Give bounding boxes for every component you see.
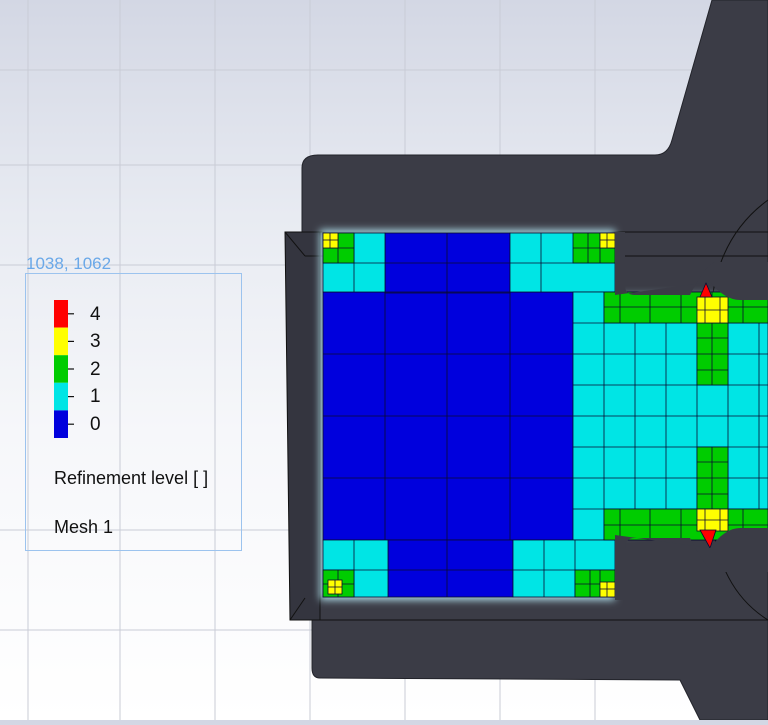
- legend-swatch-1: [54, 382, 68, 411]
- legend-colorbar: [54, 300, 74, 438]
- legend-swatch-4: [54, 300, 68, 328]
- legend-swatch-2: [54, 355, 68, 383]
- legend-tick-label: 0: [90, 414, 101, 435]
- legend-tick-label: 2: [90, 359, 101, 380]
- legend-tick-label: 4: [90, 304, 101, 325]
- legend-swatch-3: [54, 327, 68, 356]
- legend-tick-label: 1: [90, 386, 101, 407]
- legend-colorbar-layer: [54, 300, 74, 438]
- legend-title: Refinement level [ ]: [54, 468, 209, 488]
- legend-swatch-0: [54, 410, 68, 438]
- legend-mesh-name: Mesh 1: [54, 517, 114, 537]
- legend-tick-label: 3: [90, 331, 101, 352]
